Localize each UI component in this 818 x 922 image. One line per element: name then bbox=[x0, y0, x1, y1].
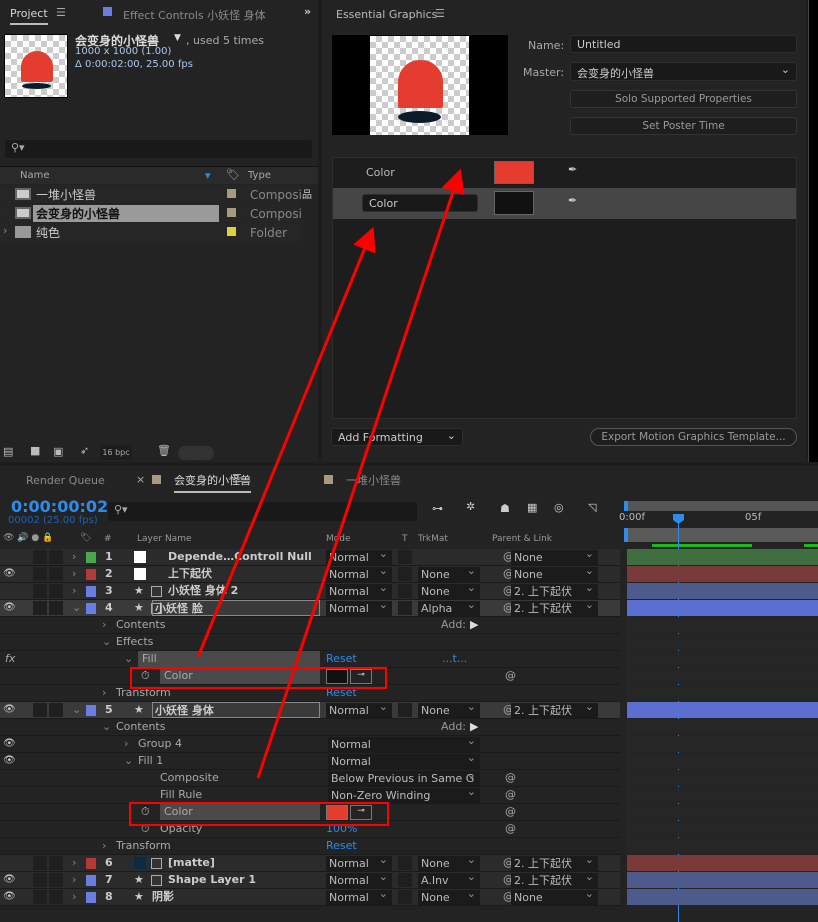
highlight-box-effect-color bbox=[130, 667, 387, 689]
annotation-overlay bbox=[129, 168, 465, 826]
arrow-effect-color bbox=[196, 226, 376, 658]
highlight-box-fill-color bbox=[129, 802, 389, 826]
